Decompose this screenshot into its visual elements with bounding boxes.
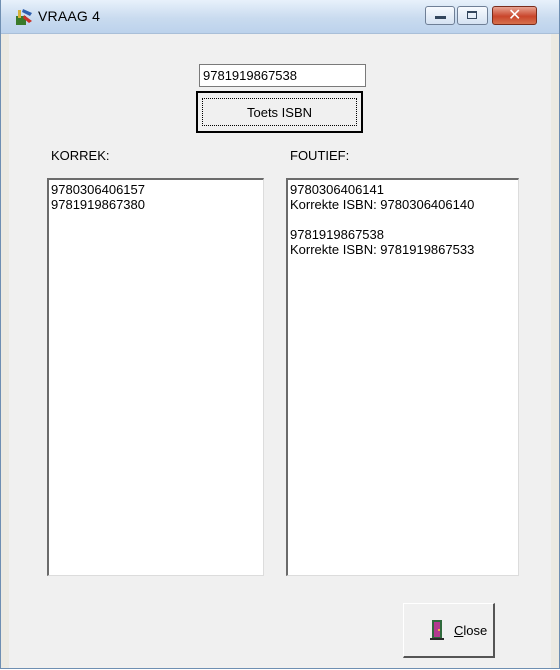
- window-title: VRAAG 4: [38, 8, 101, 24]
- title-bar[interactable]: VRAAG 4 ✕: [1, 0, 559, 34]
- app-icon: [16, 9, 32, 25]
- foutief-listbox[interactable]: 9780306406141 Korrekte ISBN: 97803064061…: [286, 178, 519, 576]
- close-label-rest: lose: [463, 623, 488, 638]
- close-x-icon: ✕: [508, 7, 522, 24]
- minimize-button[interactable]: [425, 6, 455, 25]
- form-client-area: Toets ISBN KORREK: FOUTIEF: 978030640615…: [9, 34, 551, 668]
- app-window: VRAAG 4 ✕ Toets ISBN KORREK: FOUTIEF: 97…: [0, 0, 560, 669]
- maximize-button[interactable]: [457, 6, 488, 25]
- close-button-label: Close: [454, 623, 487, 638]
- list-item[interactable]: 9780306406141: [290, 182, 516, 197]
- maximize-icon: [467, 11, 477, 19]
- list-item[interactable]: 9781919867380: [51, 197, 261, 212]
- exit-door-icon: [430, 620, 444, 640]
- close-button[interactable]: Close: [403, 603, 495, 658]
- korrek-listbox[interactable]: 9780306406157 9781919867380: [47, 178, 264, 576]
- list-item[interactable]: Korrekte ISBN: 9780306406140: [290, 197, 516, 212]
- close-accelerator: C: [454, 623, 464, 638]
- korrek-label: KORREK:: [51, 148, 110, 163]
- check-isbn-button-label: Toets ISBN: [202, 98, 357, 126]
- isbn-input[interactable]: [199, 64, 366, 87]
- list-item[interactable]: Korrekte ISBN: 9781919867533: [290, 242, 516, 257]
- list-item[interactable]: 9780306406157: [51, 182, 261, 197]
- list-item[interactable]: [290, 212, 516, 227]
- list-item[interactable]: 9781919867538: [290, 227, 516, 242]
- close-window-button[interactable]: ✕: [492, 6, 537, 25]
- foutief-label: FOUTIEF:: [290, 148, 350, 163]
- minimize-icon: [435, 16, 446, 19]
- check-isbn-button[interactable]: Toets ISBN: [196, 91, 363, 133]
